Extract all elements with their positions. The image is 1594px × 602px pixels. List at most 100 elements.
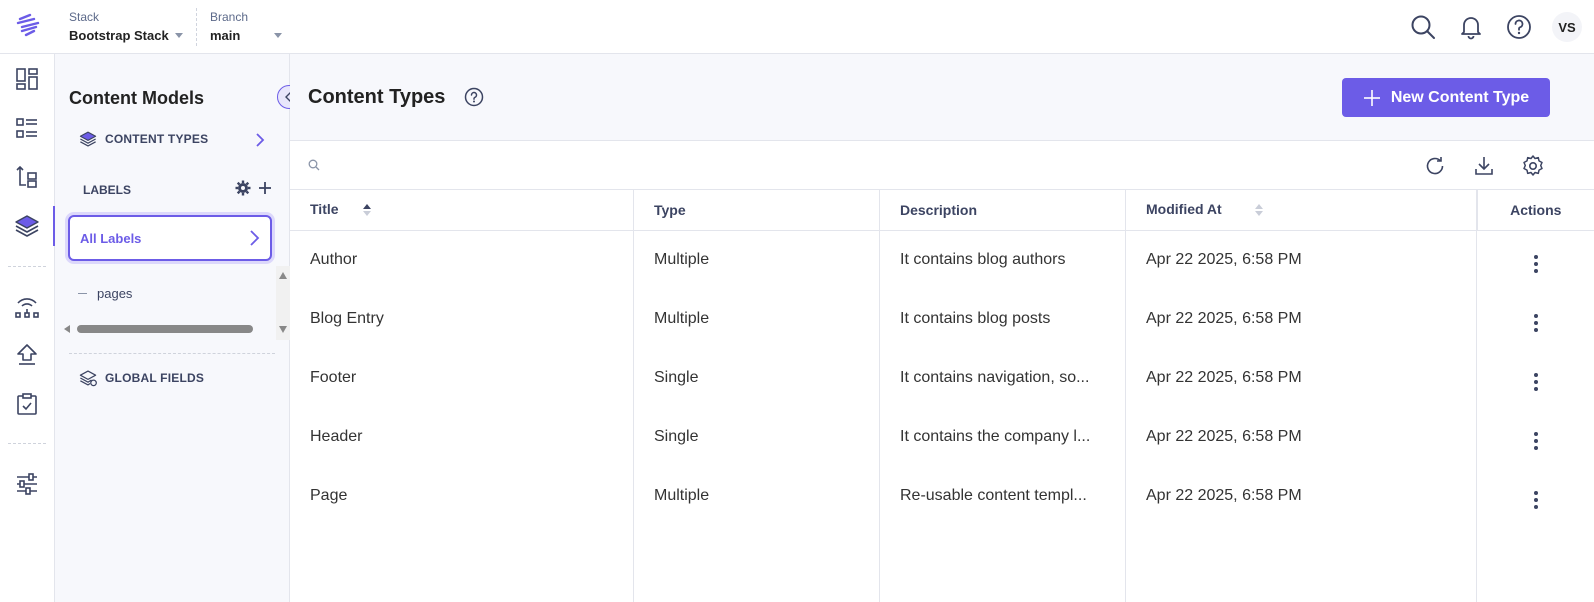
user-avatar[interactable]: VS <box>1552 12 1582 42</box>
table-row[interactable]: Author Multiple It contains blog authors… <box>290 230 1594 289</box>
main-header: Content Types New Content Type <box>290 54 1594 141</box>
scroll-left-arrow-icon[interactable] <box>64 325 70 333</box>
row-actions-kebab-icon[interactable] <box>1533 491 1538 509</box>
dashboard-icon[interactable] <box>13 65 41 93</box>
row-description: It contains blog authors <box>900 250 1066 268</box>
column-header-title[interactable]: Title <box>290 190 634 231</box>
notifications-bell-icon[interactable] <box>1456 12 1486 42</box>
column-header-type: Type <box>634 190 880 231</box>
row-type: Multiple <box>654 309 710 327</box>
label-item-pages[interactable]: pages <box>78 286 132 301</box>
search-icon <box>308 159 320 171</box>
nav-global-fields-label: GLOBAL FIELDS <box>105 371 205 385</box>
all-labels-button[interactable]: All Labels <box>68 215 272 261</box>
stack-label: Stack <box>69 10 100 24</box>
content-models-icon[interactable] <box>13 212 41 240</box>
table-toolbar <box>290 141 1594 190</box>
left-rail <box>0 54 55 602</box>
sort-icon[interactable] <box>1254 202 1264 218</box>
panel-separator <box>69 353 275 354</box>
nav-content-types-label: CONTENT TYPES <box>105 132 209 146</box>
rail-separator <box>8 443 46 444</box>
main-content: Content Types New Content Type Title Typ… <box>290 54 1594 602</box>
search-input[interactable] <box>326 153 926 179</box>
branch-caret-icon <box>274 33 283 38</box>
tree-dash <box>78 293 87 294</box>
row-description: It contains navigation, so... <box>900 368 1090 386</box>
refresh-icon[interactable] <box>1422 153 1448 179</box>
tasks-icon[interactable] <box>13 390 41 418</box>
table-row[interactable]: Header Single It contains the company l.… <box>290 407 1594 466</box>
stack-caret-icon <box>174 33 183 38</box>
row-title[interactable]: Footer <box>290 348 634 407</box>
row-type: Single <box>654 427 699 445</box>
row-description: Re-usable content templ... <box>900 486 1087 504</box>
gear-icon[interactable] <box>235 180 251 196</box>
add-label-icon[interactable] <box>257 180 273 196</box>
row-type: Multiple <box>654 486 710 504</box>
row-modified: Apr 22 2025, 6:58 PM <box>1146 309 1302 327</box>
branch-name: main <box>210 28 241 43</box>
column-header-description: Description <box>880 190 1126 231</box>
content-tree-icon[interactable] <box>13 163 41 191</box>
row-description: It contains blog posts <box>900 309 1051 327</box>
row-type: Multiple <box>654 250 710 268</box>
row-title[interactable]: Author <box>290 230 634 289</box>
row-actions-kebab-icon[interactable] <box>1533 373 1538 391</box>
table-row[interactable]: Blog Entry Multiple It contains blog pos… <box>290 289 1594 348</box>
label-item-text: pages <box>97 286 133 301</box>
row-description: It contains the company l... <box>900 427 1091 445</box>
row-title[interactable]: Page <box>290 466 634 525</box>
row-modified: Apr 22 2025, 6:58 PM <box>1146 486 1302 504</box>
all-labels-text: All Labels <box>80 230 142 246</box>
content-models-panel: Content Models CONTENT TYPES LABELS All … <box>55 54 301 602</box>
row-modified: Apr 22 2025, 6:58 PM <box>1146 250 1302 268</box>
row-actions-kebab-icon[interactable] <box>1533 432 1538 450</box>
export-download-icon[interactable] <box>1471 153 1497 179</box>
crumb-divider <box>196 8 197 46</box>
new-content-type-button[interactable]: New Content Type <box>1342 78 1550 117</box>
panel-title: Content Models <box>69 88 204 108</box>
page-title: Content Types <box>308 86 446 108</box>
stack-name: Bootstrap Stack <box>69 28 169 43</box>
rail-separator <box>8 266 46 267</box>
chevron-right-icon[interactable] <box>255 132 265 148</box>
stack-selector[interactable]: Stack Bootstrap Stack <box>69 10 183 43</box>
row-actions-kebab-icon[interactable] <box>1533 255 1538 274</box>
content-types-icon <box>79 131 97 147</box>
help-icon[interactable] <box>1504 12 1534 42</box>
row-title[interactable]: Header <box>290 407 634 466</box>
plus-icon <box>1363 89 1380 106</box>
releases-icon[interactable] <box>13 293 41 321</box>
deploy-icon[interactable] <box>13 341 41 369</box>
scroll-up-arrow-icon[interactable] <box>279 272 287 279</box>
table-settings-gear-icon[interactable] <box>1520 153 1546 179</box>
settings-sliders-icon[interactable] <box>13 470 41 498</box>
app-logo-icon[interactable] <box>14 11 42 39</box>
labels-heading: LABELS <box>83 183 131 197</box>
table-header-row: Title Type Description Modified At Actio… <box>290 190 1594 231</box>
sort-ascending-icon[interactable] <box>362 202 372 218</box>
search-icon[interactable] <box>1408 12 1438 42</box>
row-type: Single <box>654 368 699 386</box>
row-modified: Apr 22 2025, 6:58 PM <box>1146 427 1302 445</box>
table-row[interactable]: Page Multiple Re-usable content templ...… <box>290 466 1594 525</box>
entries-list-icon[interactable] <box>13 114 41 142</box>
chevron-right-icon <box>250 230 260 246</box>
table-row[interactable]: Footer Single It contains navigation, so… <box>290 348 1594 407</box>
content-types-table: Title Type Description Modified At Actio… <box>290 190 1594 525</box>
scroll-down-arrow-icon[interactable] <box>279 326 287 333</box>
column-header-actions: Actions <box>1476 190 1594 231</box>
labels-horizontal-scrollbar[interactable] <box>77 325 253 333</box>
row-modified: Apr 22 2025, 6:58 PM <box>1146 368 1302 386</box>
nav-global-fields[interactable]: GLOBAL FIELDS <box>79 369 204 387</box>
row-actions-kebab-icon[interactable] <box>1533 314 1538 332</box>
top-bar: Stack Bootstrap Stack Branch main VS <box>0 0 1594 54</box>
column-header-modified-text: Modified At <box>1146 201 1222 218</box>
column-header-title-text: Title <box>310 201 339 218</box>
row-title[interactable]: Blog Entry <box>290 289 634 348</box>
question-circle-icon[interactable] <box>464 87 484 107</box>
column-header-modified[interactable]: Modified At <box>1126 190 1477 231</box>
branch-selector[interactable]: Branch main <box>210 10 283 43</box>
nav-content-types[interactable]: CONTENT TYPES <box>79 130 208 148</box>
